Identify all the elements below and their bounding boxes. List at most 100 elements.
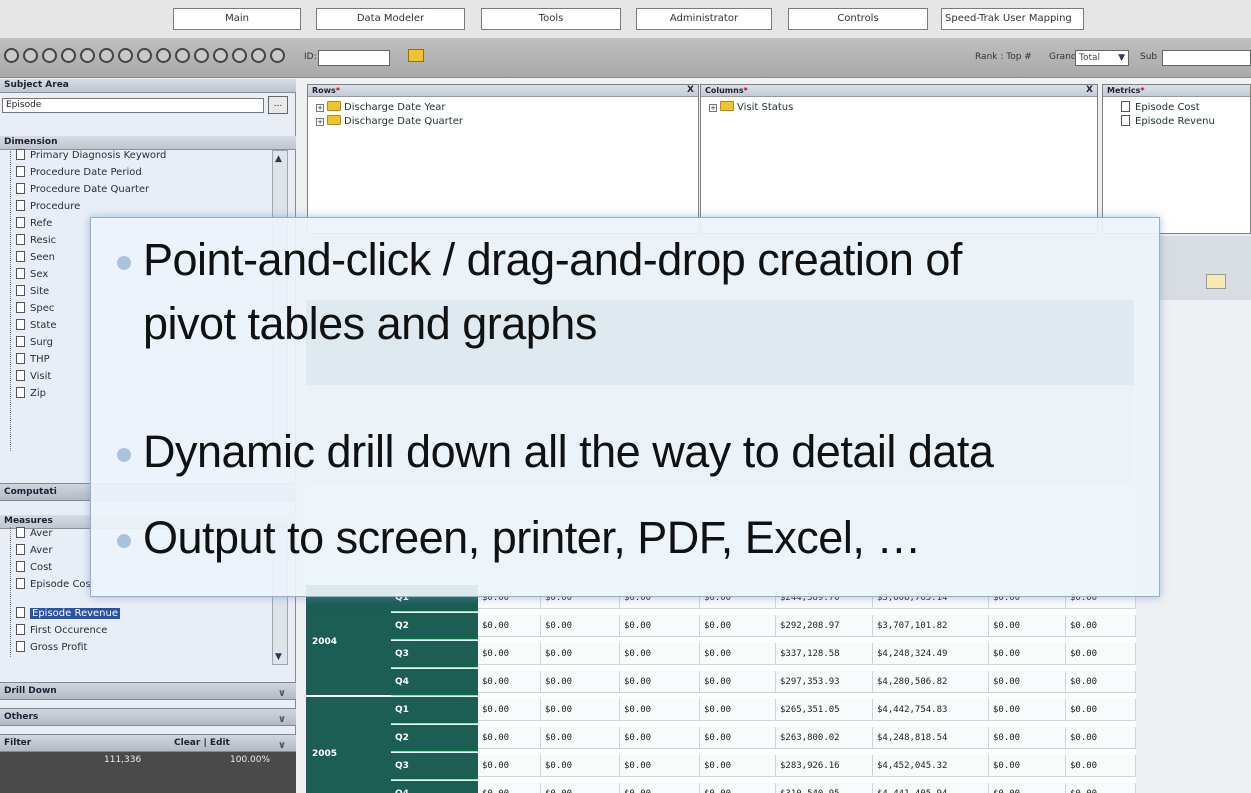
grid-cell[interactable]: $0.00 <box>700 643 776 665</box>
grid-cell[interactable]: $0.00 <box>989 755 1066 777</box>
grid-cell[interactable]: $0.00 <box>541 727 620 749</box>
grid-cell[interactable]: $0.00 <box>541 699 620 721</box>
others-section[interactable]: Others ∨ <box>0 708 296 726</box>
dimension-item[interactable]: Sex <box>16 266 48 283</box>
save-icon[interactable] <box>42 48 57 63</box>
expand-icon[interactable]: + <box>709 104 717 112</box>
grid-cell[interactable]: $0.00 <box>620 783 700 793</box>
grid-cell[interactable]: $297,353.93 <box>776 671 873 693</box>
grid-cell[interactable]: $0.00 <box>1066 699 1136 721</box>
grid-cell[interactable]: $310,540.95 <box>776 783 873 793</box>
grid-cell[interactable]: $0.00 <box>620 671 700 693</box>
grid-cell[interactable]: $0.00 <box>1066 615 1136 637</box>
pdf-icon[interactable] <box>175 48 190 63</box>
grid-cell[interactable]: $0.00 <box>700 615 776 637</box>
dimension-item[interactable]: Procedure <box>16 198 80 215</box>
rows-zone[interactable]: Rows* X + Discharge Date Year + Discharge D… <box>307 84 699 234</box>
grid-cell[interactable]: $4,442,754.83 <box>873 699 989 721</box>
grid-cell[interactable]: $4,248,818.54 <box>873 727 989 749</box>
id-input[interactable] <box>318 50 390 66</box>
dimension-item[interactable]: Spec <box>16 300 54 317</box>
info-icon[interactable] <box>251 48 266 63</box>
drill-down-section[interactable]: Drill Down ∨ <box>0 682 296 700</box>
grid-cell[interactable]: $0.00 <box>478 671 541 693</box>
grid-cell[interactable]: $0.00 <box>989 783 1066 793</box>
quarter-cell[interactable]: Q4 <box>391 781 478 793</box>
sub-input[interactable] <box>1162 50 1251 66</box>
export-icon[interactable] <box>156 48 171 63</box>
subject-area-field[interactable]: Episode <box>2 98 264 113</box>
row-field[interactable]: + Discharge Date Quarter <box>316 115 463 127</box>
grid-cell[interactable]: $0.00 <box>989 727 1066 749</box>
dimension-item[interactable]: Site <box>16 283 49 300</box>
grid-cell[interactable]: $0.00 <box>989 615 1066 637</box>
quarter-cell[interactable]: Q4 <box>391 669 478 696</box>
measure-item[interactable]: Episode Cost <box>16 576 95 593</box>
grid-cell[interactable]: $0.00 <box>1066 643 1136 665</box>
menu-tools[interactable]: Tools <box>481 8 621 30</box>
grid-cell[interactable]: $0.00 <box>1066 727 1136 749</box>
measure-item[interactable]: Cost <box>16 559 52 576</box>
grid-cell[interactable]: $0.00 <box>989 699 1066 721</box>
grid-cell[interactable]: $0.00 <box>478 783 541 793</box>
dimension-item[interactable]: Surg <box>16 334 53 351</box>
menu-main[interactable]: Main <box>173 8 301 30</box>
quarter-cell[interactable]: Q3 <box>391 753 478 780</box>
open-icon[interactable] <box>23 48 38 63</box>
clear-edit-links[interactable]: Clear | Edit <box>174 735 230 752</box>
grid-cell[interactable]: $3,707,101.82 <box>873 615 989 637</box>
dimension-item[interactable]: Seen <box>16 249 55 266</box>
close-icon[interactable]: X <box>1086 85 1093 96</box>
grid-cell[interactable]: $0.00 <box>620 615 700 637</box>
dimension-item[interactable]: THP <box>16 351 50 368</box>
grid-cell[interactable]: $0.00 <box>700 671 776 693</box>
email-icon[interactable] <box>213 48 228 63</box>
grid-cell[interactable]: $265,351.05 <box>776 699 873 721</box>
menu-controls[interactable]: Controls <box>788 8 928 30</box>
table-icon[interactable] <box>137 48 152 63</box>
menu-administrator[interactable]: Administrator <box>636 8 772 30</box>
menu-user-mapping[interactable]: Speed-Trak User Mapping <box>941 8 1084 30</box>
print-icon[interactable] <box>99 48 114 63</box>
legend-icon[interactable] <box>1206 274 1226 289</box>
grid-cell[interactable]: $0.00 <box>1066 783 1136 793</box>
grid-cell[interactable]: $0.00 <box>620 755 700 777</box>
grid-cell[interactable]: $0.00 <box>478 615 541 637</box>
grid-cell[interactable]: $0.00 <box>700 755 776 777</box>
dimension-item[interactable]: State <box>16 317 56 334</box>
browse-subject-button[interactable]: ... <box>268 96 288 114</box>
help-icon[interactable] <box>270 48 285 63</box>
quarter-cell[interactable]: Q2 <box>391 613 478 640</box>
quarter-cell[interactable]: Q2 <box>391 725 478 752</box>
grid-cell[interactable]: $0.00 <box>700 727 776 749</box>
grid-cell[interactable]: $4,248,324.49 <box>873 643 989 665</box>
dimension-item[interactable]: Procedure Date Period <box>16 164 142 181</box>
grid-cell[interactable]: $263,800.02 <box>776 727 873 749</box>
grid-cell[interactable]: $0.00 <box>541 615 620 637</box>
grid-cell[interactable]: $4,441,405.94 <box>873 783 989 793</box>
quarter-cell[interactable]: Q3 <box>391 641 478 668</box>
new-icon[interactable] <box>4 48 19 63</box>
grid-cell[interactable]: $0.00 <box>1066 671 1136 693</box>
excel-icon[interactable] <box>194 48 209 63</box>
metric-field[interactable]: Episode Cost <box>1121 101 1200 113</box>
grid-cell[interactable]: $0.00 <box>478 727 541 749</box>
delete-icon[interactable] <box>80 48 95 63</box>
expand-icon[interactable]: + <box>316 104 324 112</box>
expand-icon[interactable]: + <box>316 118 324 126</box>
columns-zone[interactable]: Columns* X + Visit Status <box>700 84 1098 234</box>
grid-cell[interactable]: $0.00 <box>700 699 776 721</box>
grid-cell[interactable]: $0.00 <box>620 699 700 721</box>
measure-item[interactable]: Aver <box>16 525 52 542</box>
measure-item-selected[interactable]: Episode Revenue <box>16 605 121 622</box>
open-folder-icon[interactable] <box>408 49 424 62</box>
dimension-item[interactable]: Procedure Date Quarter <box>16 181 149 198</box>
measure-item[interactable]: Aver <box>16 542 52 559</box>
grid-cell[interactable]: $0.00 <box>541 643 620 665</box>
grid-cell[interactable]: $0.00 <box>989 671 1066 693</box>
chart-icon[interactable] <box>118 48 133 63</box>
metric-field[interactable]: Episode Revenu <box>1121 115 1215 127</box>
grid-cell[interactable]: $0.00 <box>541 783 620 793</box>
metrics-zone[interactable]: Metrics* Episode Cost Episode Revenu <box>1102 84 1251 234</box>
column-field[interactable]: + Visit Status <box>709 101 793 113</box>
